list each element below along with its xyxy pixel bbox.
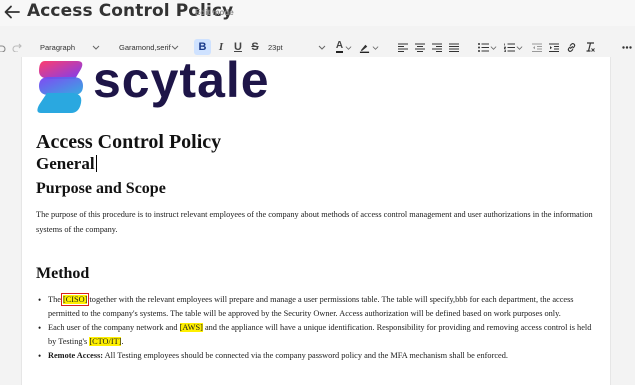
formatting-toolbar: Paragraph Garamond,serif B I U S 23pt A	[0, 37, 635, 57]
bold-icon[interactable]: B	[194, 39, 211, 55]
method-heading[interactable]: Method	[36, 265, 89, 283]
indent-icon[interactable]	[547, 37, 561, 57]
purpose-heading[interactable]: Purpose and Scope	[36, 180, 166, 198]
scytale-logo-icon	[37, 61, 83, 113]
document-page[interactable]: scytale Access Control Policy General Pu…	[21, 57, 611, 385]
aws-tag[interactable]: [AWS]	[179, 323, 203, 332]
font-size-value: 23pt	[268, 42, 283, 52]
outdent-icon[interactable]	[530, 37, 544, 57]
font-family-select[interactable]: Garamond,serif	[117, 39, 181, 55]
edit-mode-label: Edit mode	[195, 8, 234, 17]
align-center-icon[interactable]	[413, 37, 427, 57]
purpose-paragraph[interactable]: The purpose of this procedure is to inst…	[36, 208, 596, 237]
clear-format-icon[interactable]	[583, 37, 597, 57]
redo-icon[interactable]	[10, 37, 24, 57]
list-item[interactable]: Remote Access: All Testing employees sho…	[36, 349, 601, 363]
text-color-letter: A	[335, 40, 344, 53]
undo-icon[interactable]	[0, 37, 8, 57]
list-item-text: The	[48, 295, 63, 304]
align-justify-icon[interactable]	[447, 37, 461, 57]
align-right-icon[interactable]	[430, 37, 444, 57]
bullet-list-icon[interactable]	[477, 37, 497, 57]
remote-access-label: Remote Access:	[48, 351, 104, 360]
ciso-tag[interactable]: [CISO]	[60, 293, 90, 306]
numbered-list-icon[interactable]	[503, 37, 523, 57]
text-caret	[95, 155, 97, 172]
list-item[interactable]: The [CISO] together with the relevant em…	[36, 293, 601, 321]
list-item-text: .	[121, 337, 124, 346]
paragraph-style-select[interactable]: Paragraph	[38, 39, 102, 55]
list-item[interactable]: Each user of the company network and [AW…	[36, 321, 601, 349]
more-icon[interactable]	[620, 37, 634, 57]
document-title[interactable]: Access Control Policy	[36, 131, 221, 154]
list-item-text: Each user of the company network and	[48, 323, 180, 332]
align-left-icon[interactable]	[396, 37, 410, 57]
general-heading[interactable]: General	[36, 154, 97, 174]
company-logo: scytale	[35, 57, 295, 117]
text-color-icon[interactable]: A	[333, 37, 355, 57]
arrow-left-icon[interactable]	[2, 1, 22, 23]
chevron-down-icon	[171, 45, 179, 50]
chevron-down-icon	[92, 45, 100, 50]
method-list: The [CISO] together with the relevant em…	[36, 293, 601, 363]
logo-wordmark: scytale	[93, 57, 270, 108]
cto-it-tag[interactable]: [CTO/IT]	[89, 337, 122, 346]
paragraph-style-value: Paragraph	[40, 42, 76, 52]
strikethrough-icon[interactable]: S	[248, 37, 262, 57]
list-item-text: together with the relevant employees wil…	[48, 295, 574, 318]
font-family-value: Garamond,serif	[119, 42, 171, 52]
highlight-icon[interactable]	[358, 37, 380, 57]
list-item-text: All Testing employees should be connecte…	[103, 351, 508, 360]
italic-icon[interactable]: I	[214, 37, 228, 57]
font-size-select[interactable]: 23pt	[266, 39, 328, 55]
header-bar: Access Control Policy Edit mode	[0, 0, 635, 26]
underline-icon[interactable]: U	[231, 37, 245, 57]
general-heading-text: General	[36, 154, 95, 173]
chevron-down-icon	[318, 45, 326, 50]
link-icon[interactable]	[564, 37, 578, 57]
